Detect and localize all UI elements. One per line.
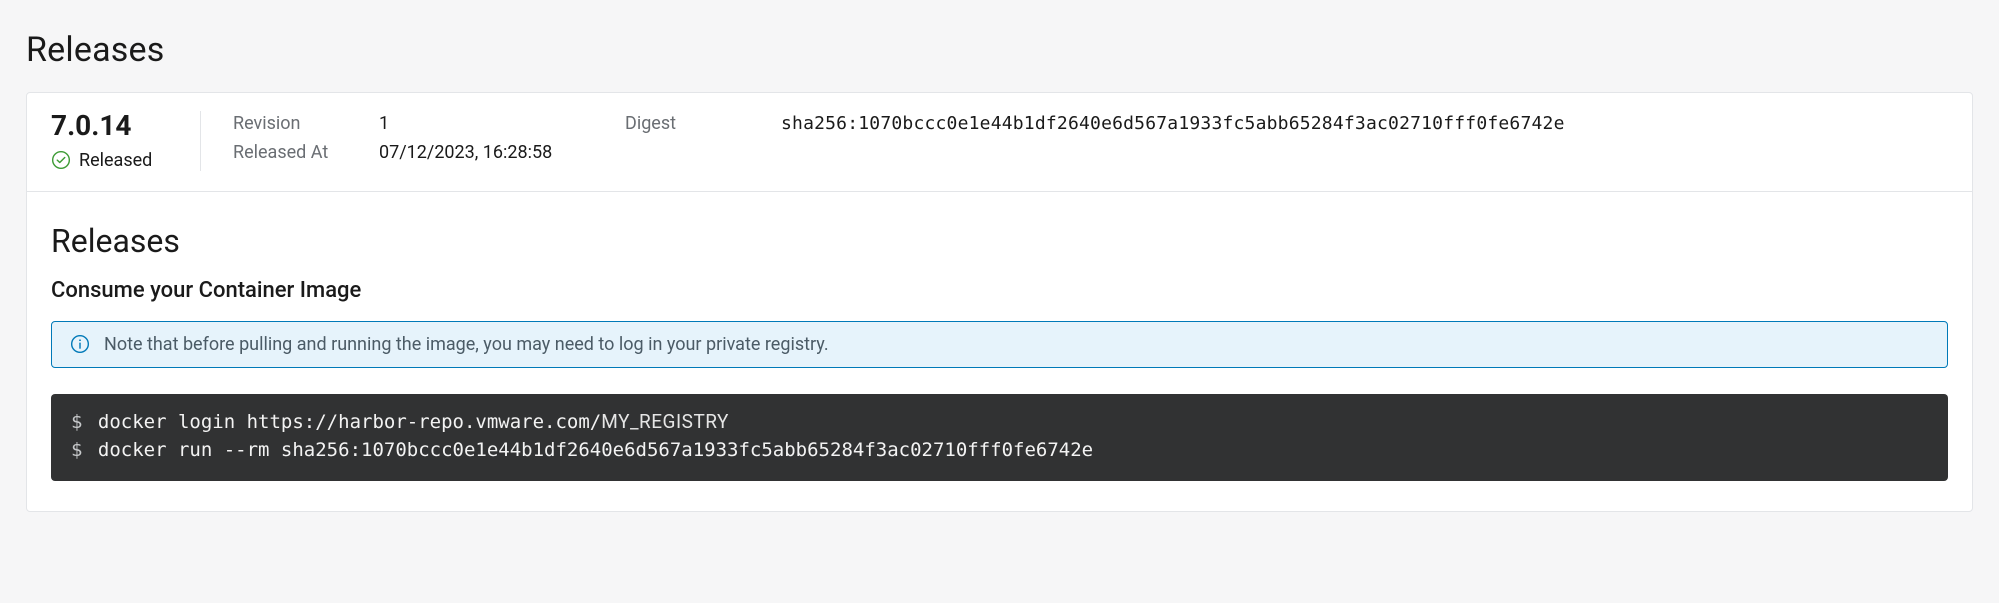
release-version: 7.0.14 xyxy=(51,111,176,142)
revision-label: Revision xyxy=(233,113,363,134)
released-at-label: Released At xyxy=(233,142,363,163)
section-title: Releases xyxy=(51,222,1948,260)
released-at-value: 07/12/2023, 16:28:58 xyxy=(379,142,609,163)
info-alert: Note that before pulling and running the… xyxy=(51,321,1948,368)
release-header[interactable]: 7.0.14 Released Revision 1 Digest sha256… xyxy=(27,93,1972,192)
code-line-2: docker run --rm sha256:1070bccc0e1e44b1d… xyxy=(98,439,1093,461)
release-card: 7.0.14 Released Revision 1 Digest sha256… xyxy=(26,92,1973,512)
release-status: Released xyxy=(51,150,176,171)
info-alert-text: Note that before pulling and running the… xyxy=(104,334,829,355)
page-title: Releases xyxy=(26,30,1973,70)
info-icon xyxy=(70,334,90,354)
check-circle-icon xyxy=(51,150,71,170)
revision-value: 1 xyxy=(379,113,609,134)
digest-label: Digest xyxy=(625,113,765,134)
prompt-icon: $ xyxy=(71,439,82,461)
code-placeholder: MY_REGISTRY xyxy=(601,410,729,433)
section-subtitle: Consume your Container Image xyxy=(51,278,1948,303)
prompt-icon: $ xyxy=(71,411,82,433)
release-status-label: Released xyxy=(79,150,152,171)
digest-value: sha256:1070bccc0e1e44b1df2640e6d567a1933… xyxy=(781,113,1565,134)
code-block[interactable]: $ docker login https://harbor-repo.vmwar… xyxy=(51,394,1948,481)
code-line-1: docker login https://harbor-repo.vmware.… xyxy=(98,411,601,433)
